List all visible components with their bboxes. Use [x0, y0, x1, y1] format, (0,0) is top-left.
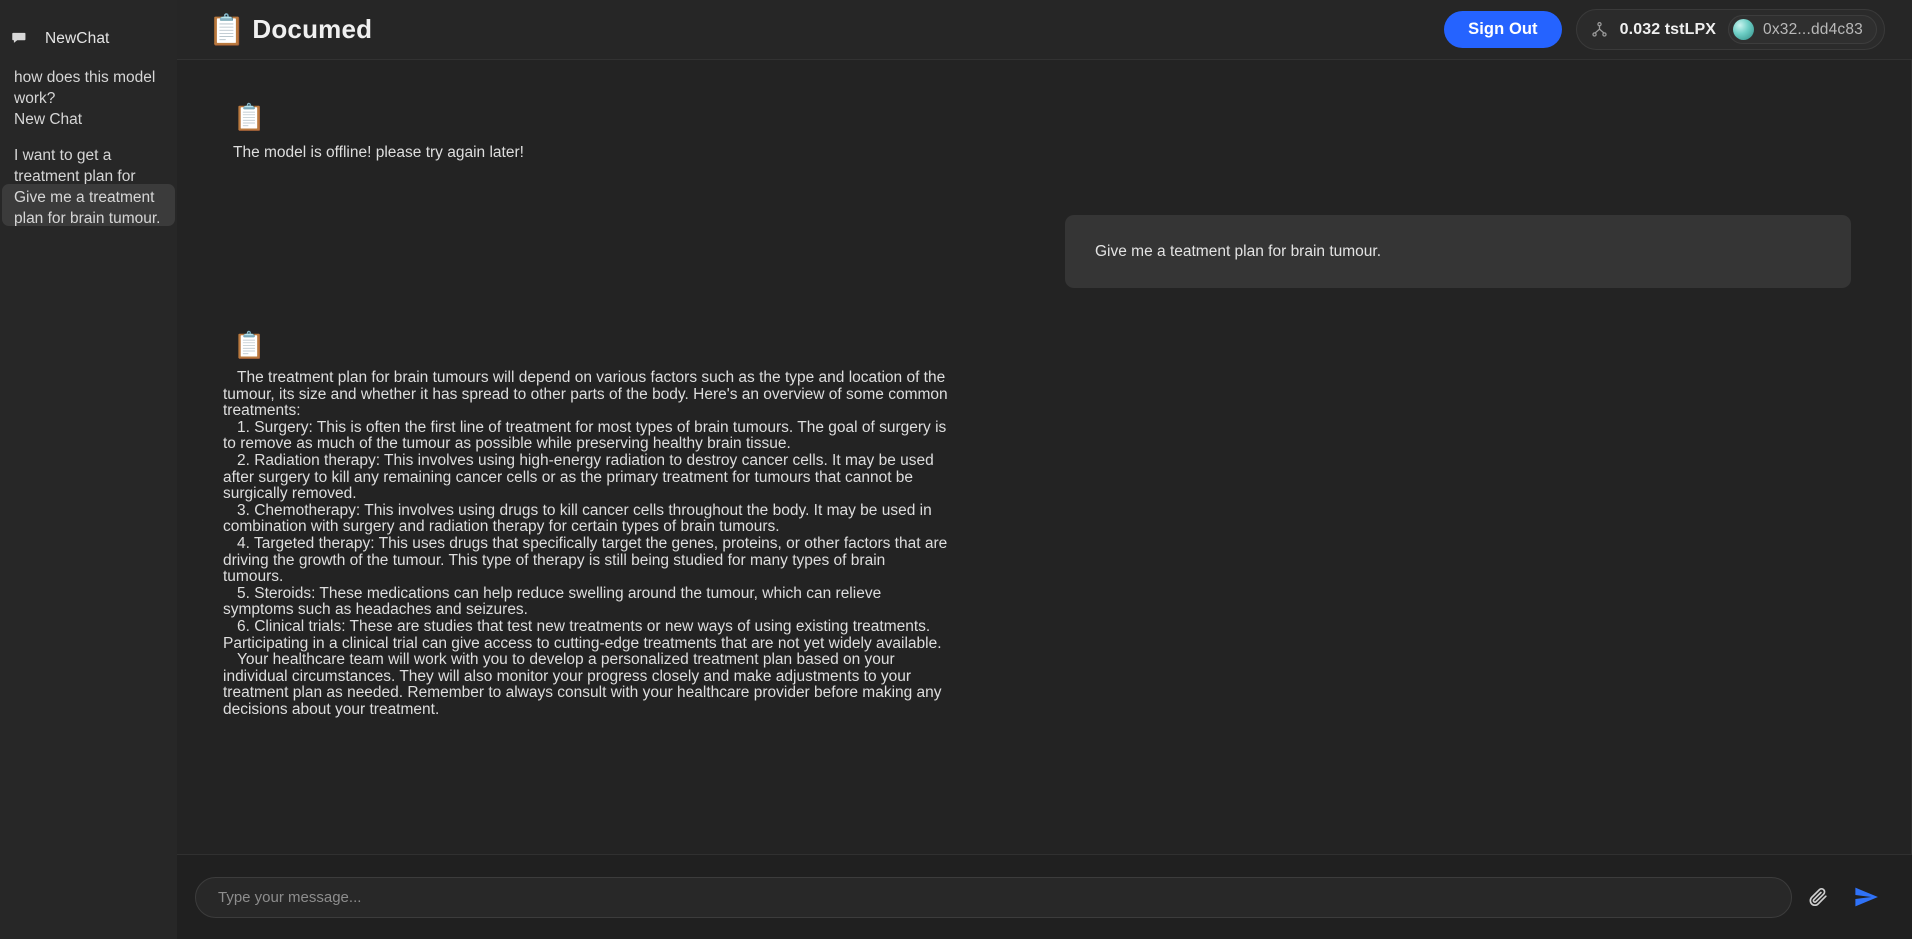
chat-history-item-3[interactable]: Give me a treatment plan for brain tumou…: [2, 184, 175, 226]
chat-history-item-2[interactable]: I want to get a treatment plan for brain…: [2, 142, 175, 184]
answer-paragraph: 4. Targeted therapy: This uses drugs tha…: [223, 534, 948, 586]
wallet-address-chip[interactable]: 0x32...dd4c83: [1728, 15, 1877, 44]
chat-bubble-icon: [12, 32, 29, 46]
answer-paragraph: Your healthcare team will work with you …: [223, 651, 942, 718]
chat-history-item-label: I want to get a treatment plan for brain…: [14, 147, 136, 184]
chat-history-item-label: New Chat: [14, 111, 83, 128]
user-message-bubble: Give me a teatment plan for brain tumour…: [1065, 215, 1851, 288]
top-bar: 📋 Documed Sign Out 0.032 tstLPX 0x32...d…: [177, 0, 1912, 60]
message-assistant-answer: 📋 The treatment plan for brain tumours w…: [215, 332, 1873, 718]
wallet-chip[interactable]: 0.032 tstLPX 0x32...dd4c83: [1575, 9, 1885, 50]
chat-panel: 📋 The model is offline! please try again…: [177, 60, 1912, 855]
wallet-balance: 0.032 tstLPX: [1619, 20, 1717, 38]
chat-history-item-0[interactable]: how does this model work?: [2, 64, 175, 106]
chat-history-item-label: how does this model work?: [14, 69, 156, 106]
top-bar-actions: Sign Out 0.032 tstLPX 0x32...dd4c83: [1444, 9, 1885, 50]
answer-paragraph: 5. Steroids: These medications can help …: [223, 584, 882, 619]
chat-area: 📋 The model is offline! please try again…: [177, 60, 1912, 939]
sidebar: NewChat how does this model work? New Ch…: [0, 0, 177, 939]
message-user-row: Give me a teatment plan for brain tumour…: [215, 215, 1873, 288]
paperclip-icon: [1808, 887, 1828, 907]
sign-out-button[interactable]: Sign Out: [1444, 11, 1562, 48]
assistant-answer-body: The treatment plan for brain tumours wil…: [223, 369, 949, 718]
composer-bar: [177, 855, 1912, 939]
answer-paragraph: 6. Clinical trials: These are studies th…: [223, 617, 942, 652]
message-assistant-offline: 📋 The model is offline! please try again…: [215, 104, 1873, 163]
wallet-avatar-icon: [1733, 19, 1755, 40]
answer-paragraph: 1. Surgery: This is often the first line…: [223, 418, 947, 453]
chat-history-item-label: Give me a treatment plan for brain tumou…: [14, 189, 161, 226]
page-title: Documed: [252, 14, 373, 44]
main-column: 📋 Documed Sign Out 0.032 tstLPX 0x32...d…: [177, 0, 1912, 939]
chat-history-item-1[interactable]: New Chat: [2, 106, 175, 132]
new-chat-label: NewChat: [45, 30, 110, 47]
app-brand: 📋 Documed: [208, 14, 372, 45]
message-input[interactable]: [195, 876, 1792, 918]
answer-paragraph: 3. Chemotherapy: This involves using dru…: [223, 501, 932, 536]
wallet-address: 0x32...dd4c83: [1763, 20, 1863, 38]
answer-paragraph: The treatment plan for brain tumours wil…: [223, 369, 948, 420]
new-chat-button[interactable]: NewChat: [0, 26, 177, 52]
send-plane-icon: [1853, 884, 1879, 910]
answer-paragraph: 2. Radiation therapy: This involves usin…: [223, 451, 934, 503]
send-button[interactable]: [1844, 875, 1888, 919]
network-nodes-icon: [1591, 21, 1608, 38]
assistant-clipboard-icon: 📋: [233, 330, 266, 360]
clipboard-icon: 📋: [208, 13, 246, 47]
app-root: NewChat how does this model work? New Ch…: [0, 0, 1912, 939]
assistant-offline-text: The model is offline! please try again l…: [233, 144, 524, 161]
assistant-clipboard-icon: 📋: [233, 102, 266, 132]
chat-history-list: how does this model work? New Chat I wan…: [0, 64, 177, 226]
attach-button[interactable]: [1796, 875, 1840, 919]
